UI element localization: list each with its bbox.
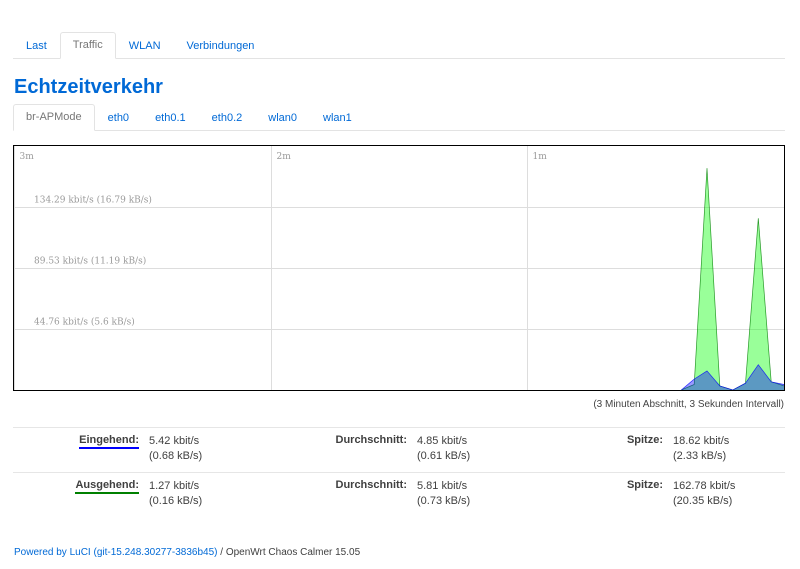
luci-link[interactable]: Powered by LuCI (git-15.248.30277-3836b4…	[14, 547, 217, 558]
outgoing-label: Ausgehend:	[75, 479, 139, 494]
stats-row-incoming: Eingehend: 5.42 kbit/s (0.68 kB/s) Durch…	[13, 427, 785, 473]
incoming-current-kbit: 5.42 kbit/s	[149, 435, 200, 447]
outgoing-peak-kbit: 162.78 kbit/s	[673, 480, 736, 492]
incoming-current: 5.42 kbit/s (0.68 kB/s)	[149, 427, 309, 473]
interval-note: (3 Minuten Abschnitt, 3 Sekunden Interva…	[593, 399, 784, 410]
time-label: 3m	[20, 152, 35, 162]
incoming-avg-label: Durchschnitt:	[309, 427, 417, 473]
incoming-peak-label: Spitze:	[577, 427, 673, 473]
outgoing-current: 1.27 kbit/s (0.16 kB/s)	[149, 472, 309, 517]
page-title: Echtzeitverkehr	[14, 76, 163, 98]
time-label: 2m	[277, 152, 292, 162]
tab-last[interactable]: Last	[13, 33, 60, 59]
incoming-avg-kbit: 4.85 kbit/s	[417, 435, 468, 447]
outgoing-average: 5.81 kbit/s (0.73 kB/s)	[417, 472, 577, 517]
outgoing-peak-kb: (20.35 kB/s)	[673, 495, 733, 507]
traffic-graph-svg: 3m 2m 1m 134.29 kbit/s (16.79 kB/s) 89.53 kb…	[14, 146, 784, 390]
level-label: 89.53 kbit/s (11.19 kB/s)	[34, 256, 146, 267]
time-label: 1m	[533, 152, 548, 162]
tab-traffic[interactable]: Traffic	[59, 32, 116, 59]
traffic-graph: 3m 2m 1m 134.29 kbit/s (16.79 kB/s) 89.53 kb…	[13, 145, 785, 391]
tab-wlan[interactable]: WLAN	[116, 33, 174, 59]
incoming-peak-kbit: 18.62 kbit/s	[673, 435, 730, 447]
incoming-average: 4.85 kbit/s (0.61 kB/s)	[417, 427, 577, 473]
stats-row-outgoing: Ausgehend: 1.27 kbit/s (0.16 kB/s) Durch…	[13, 472, 785, 517]
outgoing-area-fill	[681, 168, 784, 390]
outgoing-current-kb: (0.16 kB/s)	[149, 495, 203, 507]
tab-wlan0[interactable]: wlan0	[255, 105, 310, 131]
incoming-peak-kb: (2.33 kB/s)	[673, 450, 727, 462]
tab-wlan1[interactable]: wlan1	[310, 105, 365, 131]
outgoing-peak: 162.78 kbit/s (20.35 kB/s)	[673, 472, 785, 517]
outgoing-avg-kb: (0.73 kB/s)	[417, 495, 471, 507]
outgoing-avg-label: Durchschnitt:	[309, 472, 417, 517]
tab-eth0-2[interactable]: eth0.2	[199, 105, 256, 131]
status-tabs: Last Traffic WLAN Verbindungen	[13, 31, 785, 59]
tab-eth0-1[interactable]: eth0.1	[142, 105, 199, 131]
tab-eth0[interactable]: eth0	[95, 105, 142, 131]
outgoing-label-cell: Ausgehend:	[13, 472, 149, 517]
incoming-peak: 18.62 kbit/s (2.33 kB/s)	[673, 427, 785, 473]
level-label: 44.76 kbit/s (5.6 kB/s)	[34, 317, 135, 328]
outgoing-peak-label: Spitze:	[577, 472, 673, 517]
incoming-label: Eingehend:	[79, 434, 139, 449]
footer: Powered by LuCI (git-15.248.30277-3836b4…	[14, 547, 360, 558]
incoming-avg-kb: (0.61 kB/s)	[417, 450, 471, 462]
footer-version: / OpenWrt Chaos Calmer 15.05	[217, 547, 361, 558]
tab-br-apmode[interactable]: br-APMode	[13, 104, 95, 131]
traffic-stats-table: Eingehend: 5.42 kbit/s (0.68 kB/s) Durch…	[13, 427, 785, 517]
incoming-label-cell: Eingehend:	[13, 427, 149, 473]
tab-verbindungen[interactable]: Verbindungen	[174, 33, 268, 59]
incoming-current-kb: (0.68 kB/s)	[149, 450, 203, 462]
interface-tabs: br-APMode eth0 eth0.1 eth0.2 wlan0 wlan1	[13, 104, 785, 131]
outgoing-current-kbit: 1.27 kbit/s	[149, 480, 200, 492]
outgoing-avg-kbit: 5.81 kbit/s	[417, 480, 468, 492]
level-label: 134.29 kbit/s (16.79 kB/s)	[34, 195, 152, 206]
